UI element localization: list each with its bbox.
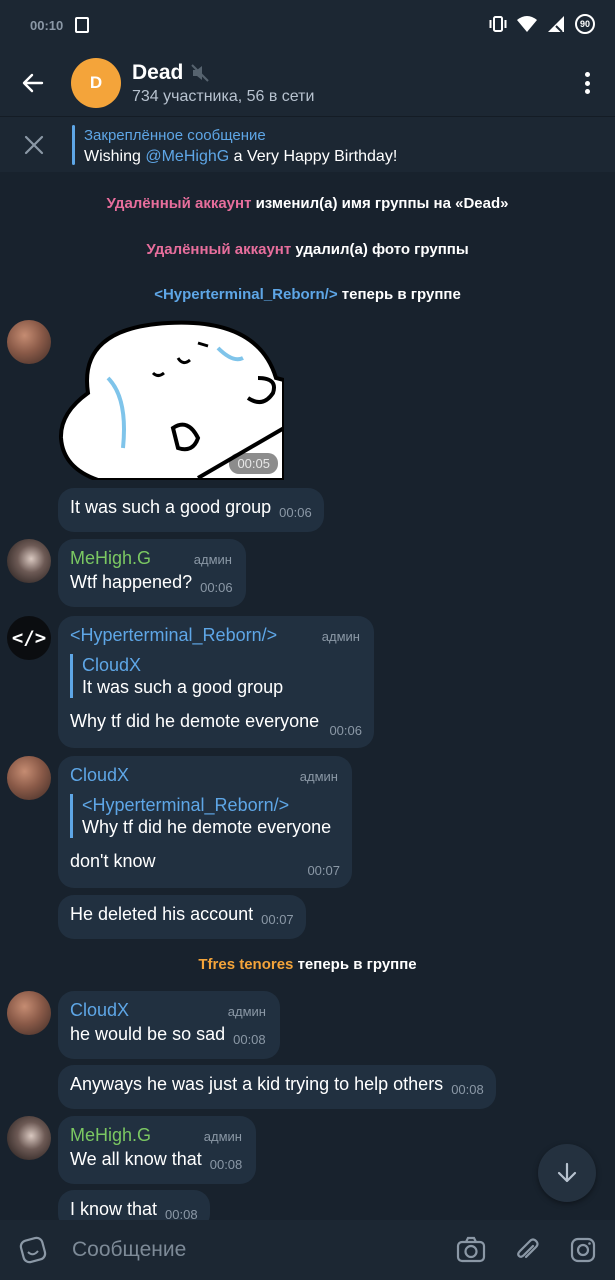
service-message: <Hyperterminal_Reborn/> теперь в группе [154, 286, 461, 303]
message-bubble[interactable]: CloudX админ he would be so sad 00:08 [58, 991, 280, 1059]
pinned-accent-bar [72, 125, 75, 165]
message-time: 00:08 [209, 1157, 243, 1172]
quote-sender: CloudX [82, 655, 142, 675]
service-actor[interactable]: Удалённый аккаунт [107, 195, 252, 212]
message-text: He deleted his account [70, 904, 254, 924]
message-text: It was such a good group [70, 497, 272, 517]
message-text: I know that [70, 1199, 158, 1219]
camera-icon [456, 1236, 486, 1263]
vibrate-icon [489, 16, 507, 32]
message-time: 00:07 [307, 863, 340, 878]
signal-icon [548, 16, 564, 33]
avatar[interactable] [7, 1116, 51, 1160]
status-bar: 00:10 90 [0, 0, 615, 50]
message-text: Anyways he was just a kid trying to help… [70, 1074, 444, 1094]
chat-title-block[interactable]: Dead 734 участника, 56 в сети [132, 61, 314, 106]
sticker[interactable]: 00:05 [58, 318, 286, 482]
message-time: 00:06 [200, 580, 233, 595]
pinned-mention[interactable]: @MeHighG [145, 148, 229, 165]
pinned-label: Закреплённое сообщение [84, 127, 266, 144]
pinned-text: Wishing @MeHighG a Very Happy Birthday! [84, 148, 398, 165]
admin-badge: админ [227, 1004, 266, 1019]
avatar[interactable] [7, 320, 51, 364]
battery-icon: 90 [575, 14, 595, 34]
message-time: 00:05 [229, 453, 278, 474]
admin-badge: админ [321, 629, 360, 644]
avatar[interactable]: </> [7, 616, 51, 660]
close-icon[interactable] [20, 131, 48, 159]
message-bubble[interactable]: MeHigh.G админ Wtf happened? 00:06 [58, 539, 246, 607]
more-menu-button[interactable] [575, 70, 599, 96]
arrow-left-icon [22, 73, 44, 93]
admin-badge: админ [193, 552, 232, 567]
message-bubble[interactable]: Anyways he was just a kid trying to help… [58, 1065, 496, 1109]
message-time: 00:08 [451, 1082, 484, 1097]
quote-text: Why tf did he demote everyone [82, 817, 332, 837]
camera-button[interactable] [456, 1235, 486, 1265]
message-bubble[interactable]: MeHigh.G админ We all know that 00:08 [58, 1116, 256, 1184]
avatar[interactable] [7, 991, 51, 1035]
message-time: 00:07 [261, 912, 294, 927]
quote-sender: <Hyperterminal_Reborn/> [82, 795, 290, 815]
service-actor[interactable]: Удалённый аккаунт [146, 241, 291, 258]
paperclip-icon [517, 1238, 539, 1259]
sender-name[interactable]: <Hyperterminal_Reborn/> [70, 624, 362, 646]
message-text: Why tf did he demote everyone [70, 711, 320, 731]
message-bubble[interactable]: He deleted his account 00:07 [58, 895, 306, 939]
admin-badge: админ [299, 769, 338, 784]
status-icons: 90 [489, 14, 595, 34]
service-message: Удалённый аккаунт удалил(а) фото группы [146, 241, 469, 258]
instagram-button[interactable] [568, 1235, 598, 1265]
avatar[interactable] [7, 539, 51, 583]
service-message: Tfres tenores теперь в группе [198, 956, 417, 973]
quote-text: It was such a good group [82, 677, 284, 697]
message-composer: Сообщение [0, 1220, 615, 1280]
message-text: We all know that [70, 1149, 202, 1169]
arrow-down-icon [557, 1162, 577, 1183]
chat-header: D Dead 734 участника, 56 в сети [0, 50, 615, 116]
message-bubble[interactable]: It was such a good group 00:06 [58, 488, 324, 532]
sticker-icon [19, 1236, 47, 1264]
group-avatar[interactable]: D [71, 58, 121, 108]
reply-quote[interactable]: <Hyperterminal_Reborn/> Why tf did he de… [70, 794, 340, 838]
chat-subtitle: 734 участника, 56 в сети [132, 87, 315, 105]
status-time: 00:10 [30, 17, 64, 33]
instagram-icon [570, 1237, 596, 1263]
avatar[interactable] [7, 756, 51, 800]
scroll-down-button[interactable] [538, 1144, 596, 1202]
chat-title: Dead [132, 60, 184, 84]
muted-icon [191, 63, 210, 82]
service-actor[interactable]: Tfres tenores [198, 956, 293, 973]
message-text: don't know [70, 851, 156, 871]
admin-badge: админ [203, 1129, 242, 1144]
message-bubble[interactable]: <Hyperterminal_Reborn/> админ CloudX It … [58, 616, 374, 748]
message-time: 00:06 [329, 723, 362, 738]
attach-button[interactable] [512, 1235, 542, 1265]
back-button[interactable] [0, 50, 66, 116]
message-text: he would be so sad [70, 1024, 226, 1044]
message-time: 00:06 [279, 505, 312, 520]
message-time: 00:08 [233, 1032, 266, 1047]
wifi-icon [517, 16, 537, 32]
service-message: Удалённый аккаунт изменил(а) имя группы … [106, 195, 509, 212]
message-bubble[interactable]: CloudX админ <Hyperterminal_Reborn/> Why… [58, 756, 352, 888]
pinned-message-bar[interactable]: Закреплённое сообщение Wishing @MeHighG … [0, 116, 615, 172]
message-text: Wtf happened? [70, 572, 193, 592]
message-input[interactable]: Сообщение [72, 1238, 186, 1262]
sticker-button[interactable] [18, 1235, 48, 1265]
reply-quote[interactable]: CloudX It was such a good group [70, 654, 362, 698]
notification-icon [75, 17, 90, 33]
service-actor[interactable]: <Hyperterminal_Reborn/> [154, 286, 337, 303]
